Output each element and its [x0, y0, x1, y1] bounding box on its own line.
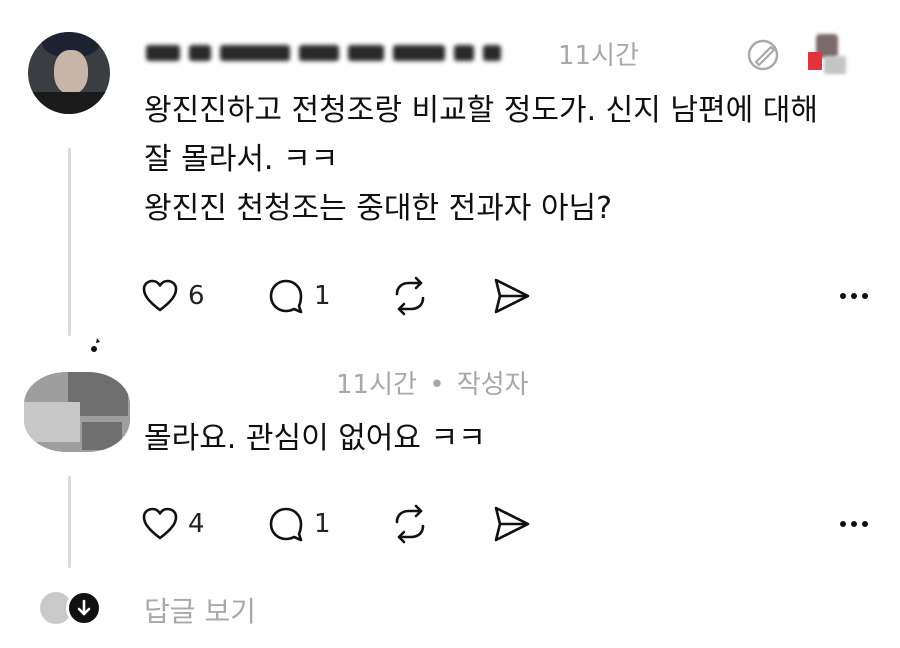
- reply-body: 몰라요. 관심이 없어요 ㅋㅋ: [144, 421, 486, 456]
- more-options-button[interactable]: [838, 500, 870, 548]
- reply-avatars: [40, 590, 106, 630]
- author-avatar[interactable]: [24, 372, 130, 452]
- badge-avatar[interactable]: [806, 32, 846, 74]
- reply-button[interactable]: 1: [266, 500, 331, 548]
- reply-actions: 4 1: [140, 500, 870, 548]
- heart-icon: [142, 279, 178, 312]
- reply-meta: 11시간 • 작성자: [336, 364, 529, 401]
- repost-button[interactable]: [388, 500, 432, 548]
- commenter-avatar[interactable]: [28, 32, 110, 114]
- view-replies-label: 답글 보기: [144, 595, 256, 628]
- decorative-mark: [91, 338, 100, 352]
- more-options-button[interactable]: [838, 272, 870, 320]
- pencil-circle-icon[interactable]: [744, 36, 782, 74]
- like-count: 4: [188, 509, 205, 539]
- reply-button[interactable]: 1: [266, 272, 331, 320]
- mini-avatar-expand: [66, 590, 102, 626]
- ellipsis-icon: [840, 521, 868, 527]
- thread-line: [68, 148, 71, 336]
- ellipsis-icon: [840, 293, 868, 299]
- speech-bubble-icon: [269, 507, 303, 542]
- comment-line: 왕진진하고 전청조랑 비교할 정도가. 신지 남편에 대해: [144, 93, 818, 128]
- author-tag: 작성자: [456, 370, 529, 400]
- comment-actions: 6 1: [140, 272, 870, 320]
- reply-count: 1: [314, 281, 331, 311]
- share-button[interactable]: [490, 500, 534, 548]
- reply-count: 1: [314, 509, 331, 539]
- repost-arrows-icon: [395, 504, 425, 544]
- repost-button[interactable]: [388, 272, 432, 320]
- meta-separator: •: [429, 370, 445, 400]
- thread-line: [68, 476, 71, 568]
- like-count: 6: [188, 281, 205, 311]
- reply-time: 11시간: [336, 370, 417, 400]
- comment-time: 11시간: [558, 41, 639, 71]
- speech-bubble-icon: [269, 279, 303, 314]
- send-icon: [494, 506, 530, 542]
- share-button[interactable]: [490, 272, 534, 320]
- heart-icon: [142, 507, 178, 540]
- comment-line: 잘 몰라서. ㅋㅋ: [144, 142, 339, 177]
- like-button[interactable]: 4: [140, 500, 205, 548]
- commenter-username-blurred[interactable]: [146, 36, 501, 70]
- comment-line: 왕진진 천청조는 중대한 전과자 아님?: [144, 191, 613, 226]
- arrow-down-icon: [77, 599, 91, 616]
- send-icon: [494, 278, 530, 314]
- repost-arrows-icon: [395, 276, 425, 316]
- like-button[interactable]: 6: [140, 272, 205, 320]
- comment-body: 왕진진하고 전청조랑 비교할 정도가. 신지 남편에 대해 잘 몰라서. ㅋㅋ …: [144, 86, 884, 233]
- view-replies-button[interactable]: 답글 보기: [40, 588, 256, 632]
